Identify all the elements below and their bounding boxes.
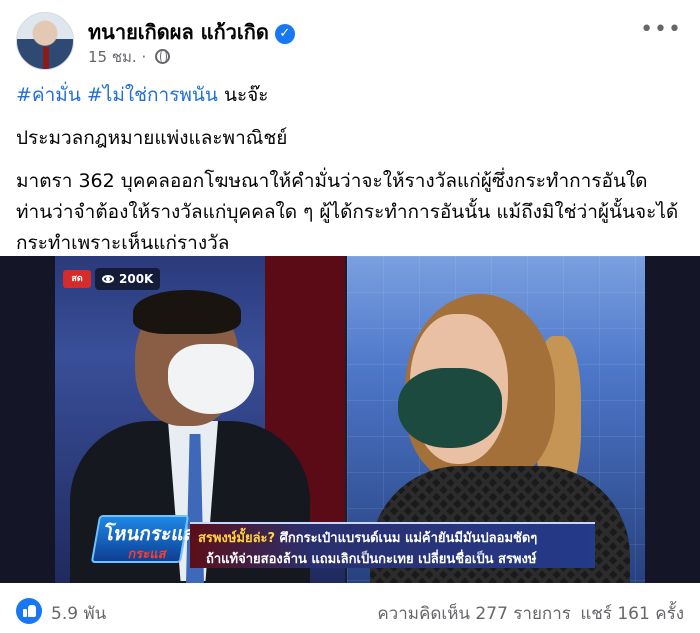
hashtag-link[interactable]: #ค่ามั่น (16, 84, 81, 106)
post-footer: 5.9 พัน ความคิดเห็น 277 รายการ แชร์ 161 … (16, 596, 684, 626)
author-name-row: ทนายเกิดผล แก้วเกิด ✓ (88, 16, 295, 48)
host-mask (168, 344, 254, 414)
ticker-text: ศึกกระเป๋าแบรนด์เนม แม่ค้ายันมีมันปลอมชั… (279, 531, 538, 546)
post-paragraph: มาตรา 362 บุคคลออกโฆษณาให้คำมั่นว่าจะให้… (16, 170, 679, 254)
video-letterbox (645, 256, 700, 583)
guest-mask (398, 368, 502, 448)
eye-icon (102, 275, 114, 283)
news-ticker: สรพงษ์มั้ยล่ะ? ศึกกระเป๋าแบรนด์เนม แม่ค้… (190, 522, 595, 568)
ticker-highlight: สรพงษ์มั้ยล่ะ? (198, 531, 276, 546)
show-logo: โหนกระแส กระแส (90, 515, 197, 563)
share-count[interactable]: แชร์ 161 ครั้ง (580, 604, 684, 624)
hashtag-suffix: นะจ๊ะ (223, 84, 269, 106)
host-hair (133, 290, 241, 334)
hashtag-link[interactable]: #ไม่ใช่การพนัน (87, 84, 218, 106)
reaction-count[interactable]: 5.9 พัน (51, 600, 106, 627)
video-letterbox (0, 256, 55, 583)
post-text: #ค่ามั่น #ไม่ใช่การพนัน นะจ๊ะ ประมวลกฎหม… (16, 80, 684, 271)
ticker-line-2: ถ้าแท้จ่ายสองล้าน แถมเลิกเป็นกะเทย เปลี่… (206, 552, 537, 567)
engagement-stats: ความคิดเห็น 277 รายการ แชร์ 161 ครั้ง (373, 600, 684, 627)
post-header: ทนายเกิดผล แก้วเกิด ✓ 15 ชม. · ••• (16, 12, 684, 70)
author-avatar[interactable] (16, 12, 74, 70)
avatar-figure (43, 47, 49, 69)
hashtag-line: #ค่ามั่น #ไม่ใช่การพนัน นะจ๊ะ (16, 80, 684, 111)
post-paragraph: ประมวลกฎหมายแพ่งและพาณิชย์ (16, 127, 288, 149)
view-count: 200K (119, 272, 154, 286)
post-meta: 15 ชม. · (88, 45, 171, 69)
facebook-post: ทนายเกิดผล แก้วเกิด ✓ 15 ชม. · ••• #ค่ามั… (0, 0, 700, 633)
globe-icon (155, 49, 171, 64)
live-badge: สด (63, 270, 91, 288)
meta-separator: · (141, 48, 147, 66)
author-name[interactable]: ทนายเกิดผล แก้วเกิด (88, 20, 269, 44)
views-badge: 200K (95, 268, 161, 290)
more-options-button[interactable]: ••• (640, 19, 682, 41)
comment-count[interactable]: ความคิดเห็น 277 รายการ (377, 604, 571, 624)
post-video[interactable]: สด 200K โหนกระแส กระแส สรพงษ์มั้ยล่ะ? ศึ… (0, 256, 700, 583)
ticker-line-1: สรพงษ์มั้ยล่ะ? ศึกกระเป๋าแบรนด์เนม แม่ค้… (198, 527, 537, 548)
like-reaction-icon[interactable] (16, 598, 42, 624)
post-timestamp[interactable]: 15 ชม. (88, 48, 137, 66)
show-logo-subtext: กระแส (126, 547, 168, 562)
verified-badge-icon: ✓ (274, 24, 295, 44)
